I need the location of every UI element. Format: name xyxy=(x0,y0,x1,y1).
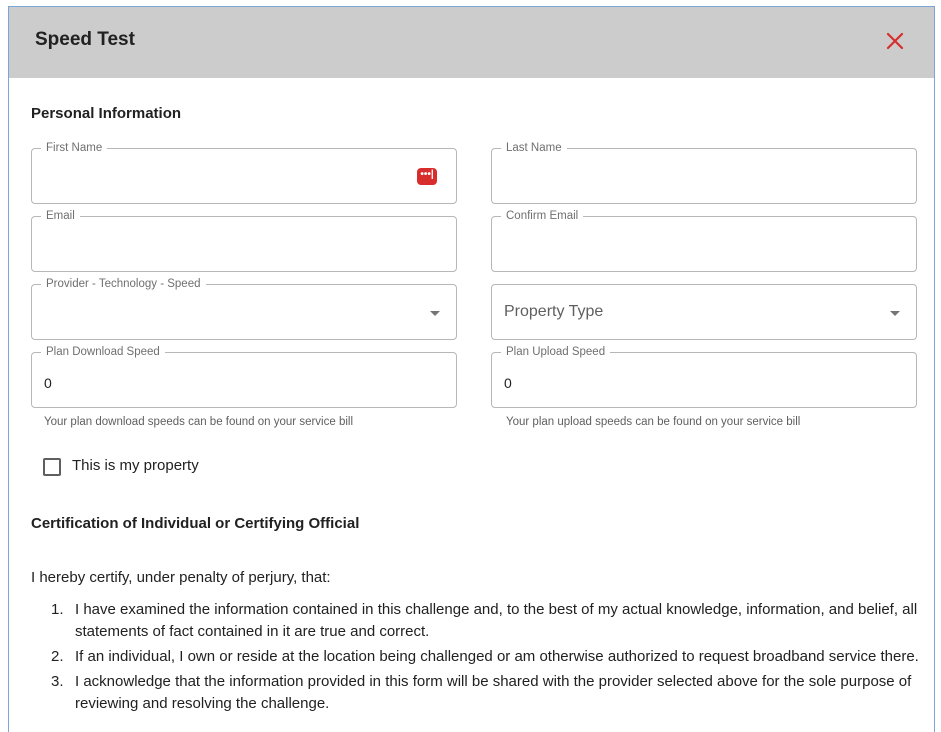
speed-test-dialog: Speed Test Personal Information First Na… xyxy=(8,6,935,732)
email-field[interactable]: Email xyxy=(31,209,457,272)
confirm-email-field[interactable]: Confirm Email xyxy=(491,209,917,272)
last-name-field[interactable]: Last Name xyxy=(491,141,917,204)
certification-list: 1. I have examined the information conta… xyxy=(31,599,921,718)
chevron-down-icon xyxy=(430,311,440,316)
list-item-text: If an individual, I own or reside at the… xyxy=(75,648,919,665)
list-item: 3. I acknowledge that the information pr… xyxy=(31,671,921,715)
list-item-number: 3. xyxy=(51,673,64,690)
close-icon[interactable] xyxy=(883,29,907,53)
personal-information-heading: Personal Information xyxy=(31,105,182,122)
list-item-number: 2. xyxy=(51,648,64,665)
list-item: 2. If an individual, I own or reside at … xyxy=(31,646,921,668)
plan-upload-speed-value: 0 xyxy=(504,375,512,391)
last-name-label: Last Name xyxy=(501,141,567,155)
dialog-title: Speed Test xyxy=(35,29,135,50)
property-checkbox[interactable] xyxy=(43,458,61,476)
dialog-header: Speed Test xyxy=(9,7,934,78)
email-label: Email xyxy=(41,209,80,223)
plan-upload-speed-field[interactable]: Plan Upload Speed 0 xyxy=(491,345,917,408)
plan-download-speed-value: 0 xyxy=(44,375,52,391)
certification-heading: Certification of Individual or Certifyin… xyxy=(31,515,360,532)
plan-upload-helper-text: Your plan upload speeds can be found on … xyxy=(506,416,801,428)
provider-select[interactable]: Provider - Technology - Speed xyxy=(31,277,457,340)
property-checkbox-label[interactable]: This is my property xyxy=(72,457,199,474)
plan-download-speed-field[interactable]: Plan Download Speed 0 xyxy=(31,345,457,408)
property-type-placeholder: Property Type xyxy=(504,303,604,320)
list-item-text: I have examined the information containe… xyxy=(75,601,918,640)
list-item: 1. I have examined the information conta… xyxy=(31,599,921,643)
plan-upload-speed-label: Plan Upload Speed xyxy=(501,345,611,359)
plan-download-helper-text: Your plan download speeds can be found o… xyxy=(44,416,354,428)
plan-download-speed-label: Plan Download Speed xyxy=(41,345,165,359)
list-item-number: 1. xyxy=(51,601,64,618)
list-item-text: I acknowledge that the information provi… xyxy=(75,673,912,712)
password-manager-icon[interactable]: •••| xyxy=(417,168,437,185)
first-name-field[interactable]: First Name •••| xyxy=(31,141,457,204)
chevron-down-icon xyxy=(890,311,900,316)
property-type-select[interactable]: Property Type xyxy=(491,284,917,340)
confirm-email-label: Confirm Email xyxy=(501,209,584,223)
certification-intro: I hereby certify, under penalty of perju… xyxy=(31,569,331,586)
first-name-label: First Name xyxy=(41,141,108,155)
provider-label: Provider - Technology - Speed xyxy=(41,277,206,291)
